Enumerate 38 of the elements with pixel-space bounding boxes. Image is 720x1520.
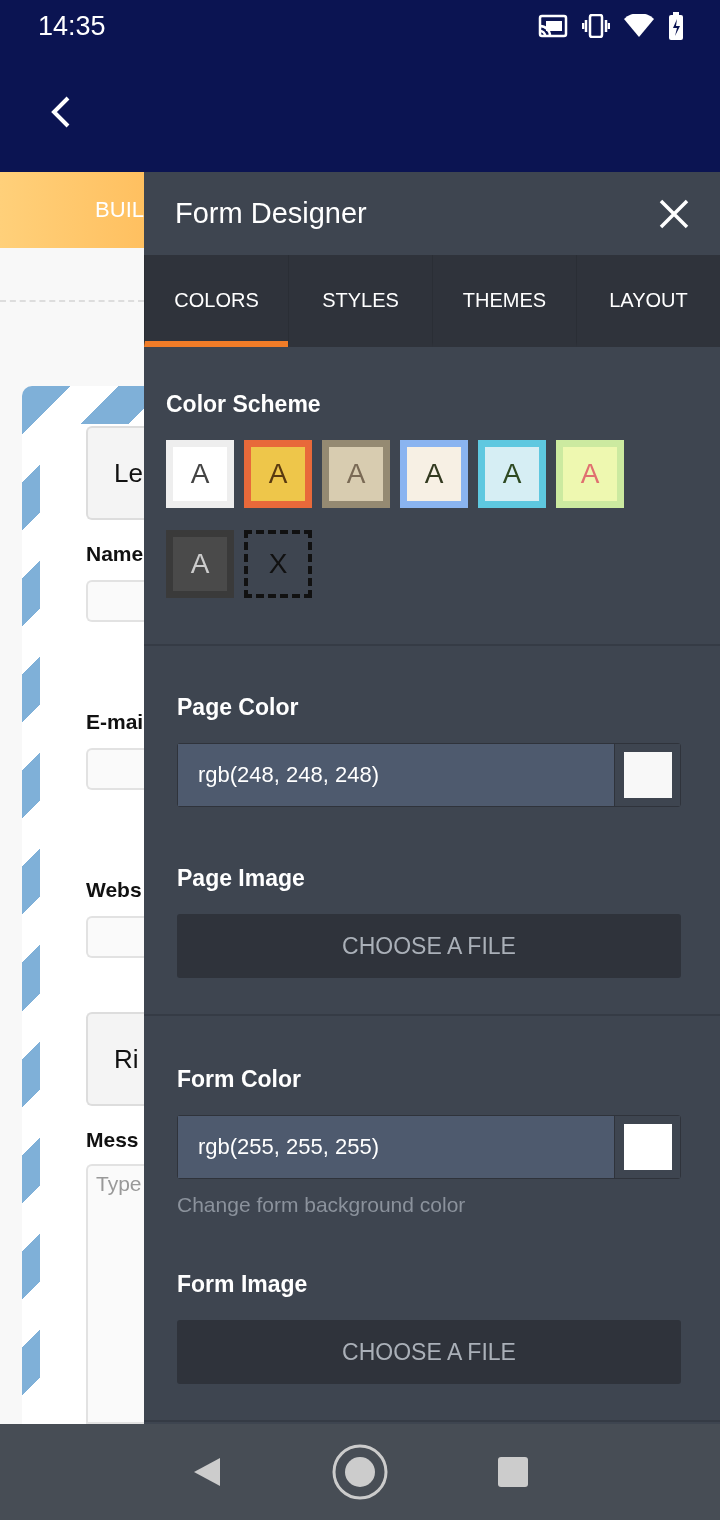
color-picker-button[interactable] (614, 744, 680, 806)
input-field[interactable] (86, 748, 144, 790)
cast-icon (538, 14, 568, 38)
wifi-icon (624, 14, 654, 38)
color-scheme-swatch[interactable]: A (166, 440, 234, 508)
panel-title: Form Designer (175, 197, 367, 230)
back-nav-button[interactable] (192, 1456, 222, 1488)
color-scheme-swatch[interactable]: A (478, 440, 546, 508)
color-field[interactable]: rgb(255, 255, 255) (177, 1115, 681, 1179)
close-button[interactable] (658, 197, 690, 230)
back-icon[interactable] (50, 95, 72, 129)
help-text: Change form background color (177, 1193, 467, 1217)
section-label: Color Scheme (166, 391, 322, 418)
color-scheme-swatch[interactable]: A (244, 440, 312, 508)
input-field[interactable] (86, 580, 144, 622)
builder-tab-label: BUIL (95, 197, 144, 223)
input-field[interactable] (86, 916, 144, 958)
field-label: E-mai (86, 710, 144, 734)
tab[interactable]: COLORS (144, 255, 288, 347)
color-field[interactable]: rgb(248, 248, 248) (177, 743, 681, 807)
color-picker-button[interactable] (614, 1116, 680, 1178)
field-label: Webs (86, 878, 143, 902)
color-input[interactable]: rgb(255, 255, 255) (178, 1116, 614, 1178)
section-label: Page Image (177, 865, 306, 892)
field-label: Name (86, 542, 144, 566)
color-input[interactable]: rgb(248, 248, 248) (178, 744, 614, 806)
battery-icon (668, 12, 684, 40)
choose-file-button[interactable]: CHOOSE A FILE (177, 914, 681, 978)
color-scheme-swatch[interactable]: A (400, 440, 468, 508)
home-nav-button[interactable] (332, 1444, 388, 1500)
field-label: Mess (86, 1128, 140, 1152)
status-time: 14:35 (38, 10, 106, 42)
section-label: Page Color (177, 694, 300, 721)
section-label: Form Image (177, 1271, 309, 1298)
choose-file-button[interactable]: CHOOSE A FILE (177, 1320, 681, 1384)
vibrate-icon (582, 14, 610, 38)
section-label: Form Color (177, 1066, 302, 1093)
color-scheme-swatch[interactable]: A (166, 530, 234, 598)
